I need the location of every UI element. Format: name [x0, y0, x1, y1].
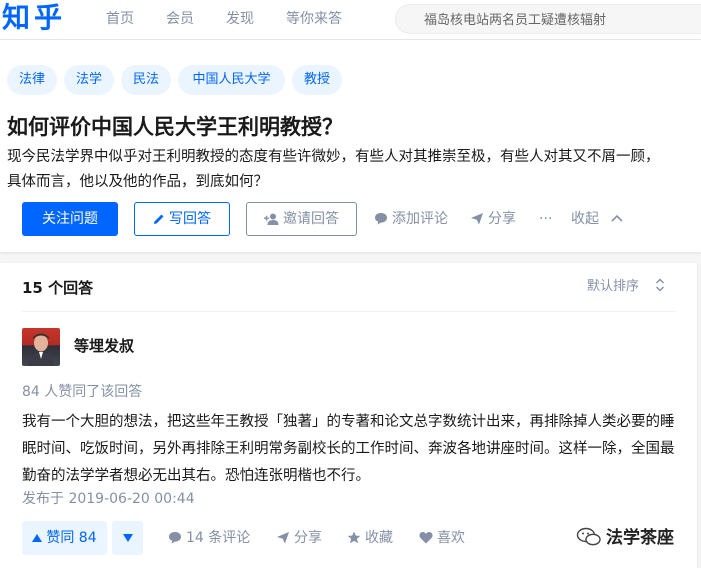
nav-discover[interactable]: 发现 [226, 10, 254, 28]
write-answer-button[interactable]: 写回答 [134, 202, 230, 236]
top-bar: 知乎 首页 会员 发现 等你来答 [0, 0, 701, 40]
sort-label: 默认排序 [587, 279, 640, 294]
chevron-up-icon [611, 214, 624, 222]
topic-tag-professor[interactable]: 教授 [292, 65, 342, 95]
follow-question-button[interactable]: 关注问题 [22, 202, 118, 236]
topic-tag-law[interactable]: 法律 [7, 65, 57, 95]
collapse-button[interactable]: 收起 [571, 210, 624, 228]
avatar[interactable] [22, 328, 60, 366]
heart-icon [419, 532, 433, 544]
triangle-down-icon [122, 534, 133, 542]
watermark: 法学茶座 [576, 527, 674, 549]
comments-label: 14 条评论 [186, 530, 251, 546]
upvote-label: 赞同 84 [46, 530, 97, 546]
share-answer-button[interactable]: 分享 [276, 529, 322, 547]
downvote-button[interactable] [112, 521, 143, 555]
favorite-button[interactable]: 收藏 [347, 529, 393, 547]
answer-content: 我有一个大胆的想法，把这些年王教授「独著」的专著和论文总字数统计出来，再排除掉人… [22, 414, 675, 484]
favorite-label: 收藏 [365, 530, 393, 546]
share-question-button[interactable]: 分享 [470, 210, 516, 228]
question-description: 现今民法学界中似乎对王利明教授的态度有些许微妙，有些人对其推崇至极，有些人对其又… [7, 149, 660, 190]
write-answer-label: 写回答 [169, 211, 211, 227]
sort-dropdown[interactable]: 默认排序 [587, 278, 665, 296]
divider [22, 311, 676, 312]
nav-waiting-answers[interactable]: 等你来答 [286, 10, 342, 28]
nav-membership[interactable]: 会员 [166, 10, 194, 28]
comment-icon [169, 532, 181, 544]
add-user-icon [264, 213, 279, 225]
topic-tag-jurisprudence[interactable]: 法学 [64, 65, 114, 95]
avatar-image [28, 333, 54, 366]
watermark-text: 法学茶座 [606, 528, 674, 548]
add-comment-label: 添加评论 [392, 211, 448, 227]
search-box [395, 4, 701, 34]
sort-arrows-icon [656, 278, 665, 292]
topic-tag-renmin-university[interactable]: 中国人民大学 [178, 65, 285, 95]
share-icon [471, 213, 483, 225]
zhihu-logo[interactable]: 知乎 [2, 1, 66, 35]
collapse-label: 收起 [571, 211, 599, 227]
wechat-icon [576, 527, 601, 546]
share-answer-label: 分享 [294, 530, 322, 546]
comment-icon [375, 213, 387, 225]
upvote-summary: 84 人赞同了该回答 [22, 384, 143, 400]
answers-card: 15 个回答 默认排序 等埋发叔 84 人赞同了该回答 我有一个大胆的想法，把这… [0, 263, 697, 568]
like-label: 喜欢 [437, 530, 465, 546]
share-icon [277, 532, 289, 544]
pencil-icon [154, 214, 164, 224]
upvote-button[interactable]: 赞同 84 [22, 521, 107, 555]
nav-home[interactable]: 首页 [106, 10, 134, 28]
topic-tag-civil-law[interactable]: 民法 [121, 65, 171, 95]
more-options-button[interactable]: ··· [539, 210, 552, 228]
star-icon [347, 531, 361, 544]
triangle-up-icon [32, 534, 43, 542]
question-title: 如何评价中国人民大学王利明教授？ [7, 115, 343, 139]
question-header: 法律 法学 民法 中国人民大学 教授 如何评价中国人民大学王利明教授？ 现今民法… [0, 40, 701, 252]
answer-count: 15 个回答 [22, 279, 94, 297]
like-button[interactable]: 喜欢 [419, 529, 465, 547]
search-input[interactable] [424, 11, 694, 29]
author-name[interactable]: 等埋发叔 [74, 336, 134, 356]
comments-button[interactable]: 14 条评论 [168, 529, 250, 547]
share-question-label: 分享 [488, 211, 516, 227]
publish-date[interactable]: 发布于 2019-06-20 00:44 [22, 490, 195, 508]
invite-answer-button[interactable]: 邀请回答 [246, 202, 357, 236]
add-comment-button[interactable]: 添加评论 [374, 210, 448, 228]
invite-answer-label: 邀请回答 [283, 211, 339, 227]
